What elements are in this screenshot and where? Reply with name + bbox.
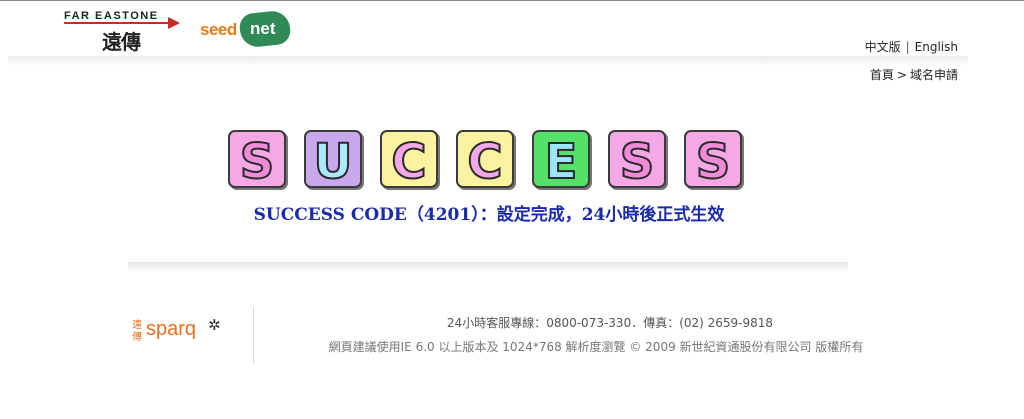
- lang-english-link[interactable]: English: [915, 40, 958, 54]
- sparq-logo-chinese: 遠傳: [132, 320, 142, 343]
- lang-separator: |: [905, 40, 910, 54]
- sparq-logo-word: sparq: [146, 318, 197, 340]
- seednet-logo-seed: seed: [200, 20, 237, 39]
- breadcrumb-current: 域名申請: [909, 68, 958, 82]
- success-tile-letter: U: [313, 133, 354, 191]
- success-tile-4: C: [456, 130, 514, 191]
- content-divider: [128, 262, 848, 272]
- footer-contact: 24小時客服專線：0800-073-330．傳真：(02) 2659-9818: [446, 316, 774, 330]
- success-tile-6: S: [608, 130, 666, 191]
- success-tile-1: S: [228, 130, 286, 191]
- header-divider: [8, 56, 968, 66]
- success-banner: SUCCESS: [228, 130, 758, 191]
- sparq-star-icon: ✲: [208, 316, 221, 334]
- fareastone-logo-text: FAR EASTONE: [64, 10, 159, 22]
- breadcrumb-home-link[interactable]: 首頁: [870, 68, 894, 82]
- success-tile-letter: S: [239, 133, 276, 191]
- language-switch: 中文版 | English: [865, 38, 958, 55]
- success-tile-2: U: [304, 130, 362, 191]
- breadcrumb: 首頁 > 域名申請: [870, 66, 958, 83]
- success-tile-letter: C: [390, 133, 427, 191]
- success-tile-5: E: [532, 130, 590, 191]
- fareastone-logo-arrow-icon: [168, 17, 180, 29]
- footer-copyright: 網頁建議使用IE 6.0 以上版本及 1024*768 解析度瀏覽 © 2009…: [328, 340, 864, 354]
- fareastone-logo[interactable]: FAR EASTONE 遠傳: [64, 10, 184, 54]
- success-message: SUCCESS CODE（4201）：設定完成，24小時後正式生效: [253, 205, 725, 225]
- breadcrumb-separator: >: [896, 68, 907, 82]
- success-tile-letter: E: [544, 133, 579, 191]
- seednet-logo[interactable]: seed net: [198, 9, 294, 49]
- seednet-logo-net: net: [250, 19, 276, 38]
- lang-chinese-link[interactable]: 中文版: [865, 40, 901, 54]
- fareastone-logo-chinese: 遠傳: [102, 30, 141, 54]
- top-border: [0, 0, 1024, 1]
- fareastone-logo-line: [64, 22, 176, 24]
- success-tile-letter: S: [619, 133, 656, 191]
- success-tile-letter: C: [466, 133, 503, 191]
- success-tile-7: S: [684, 130, 742, 191]
- success-tile-letter: S: [695, 133, 732, 191]
- success-tile-3: C: [380, 130, 438, 191]
- sparq-logo[interactable]: 遠傳 sparq ✲: [132, 316, 232, 352]
